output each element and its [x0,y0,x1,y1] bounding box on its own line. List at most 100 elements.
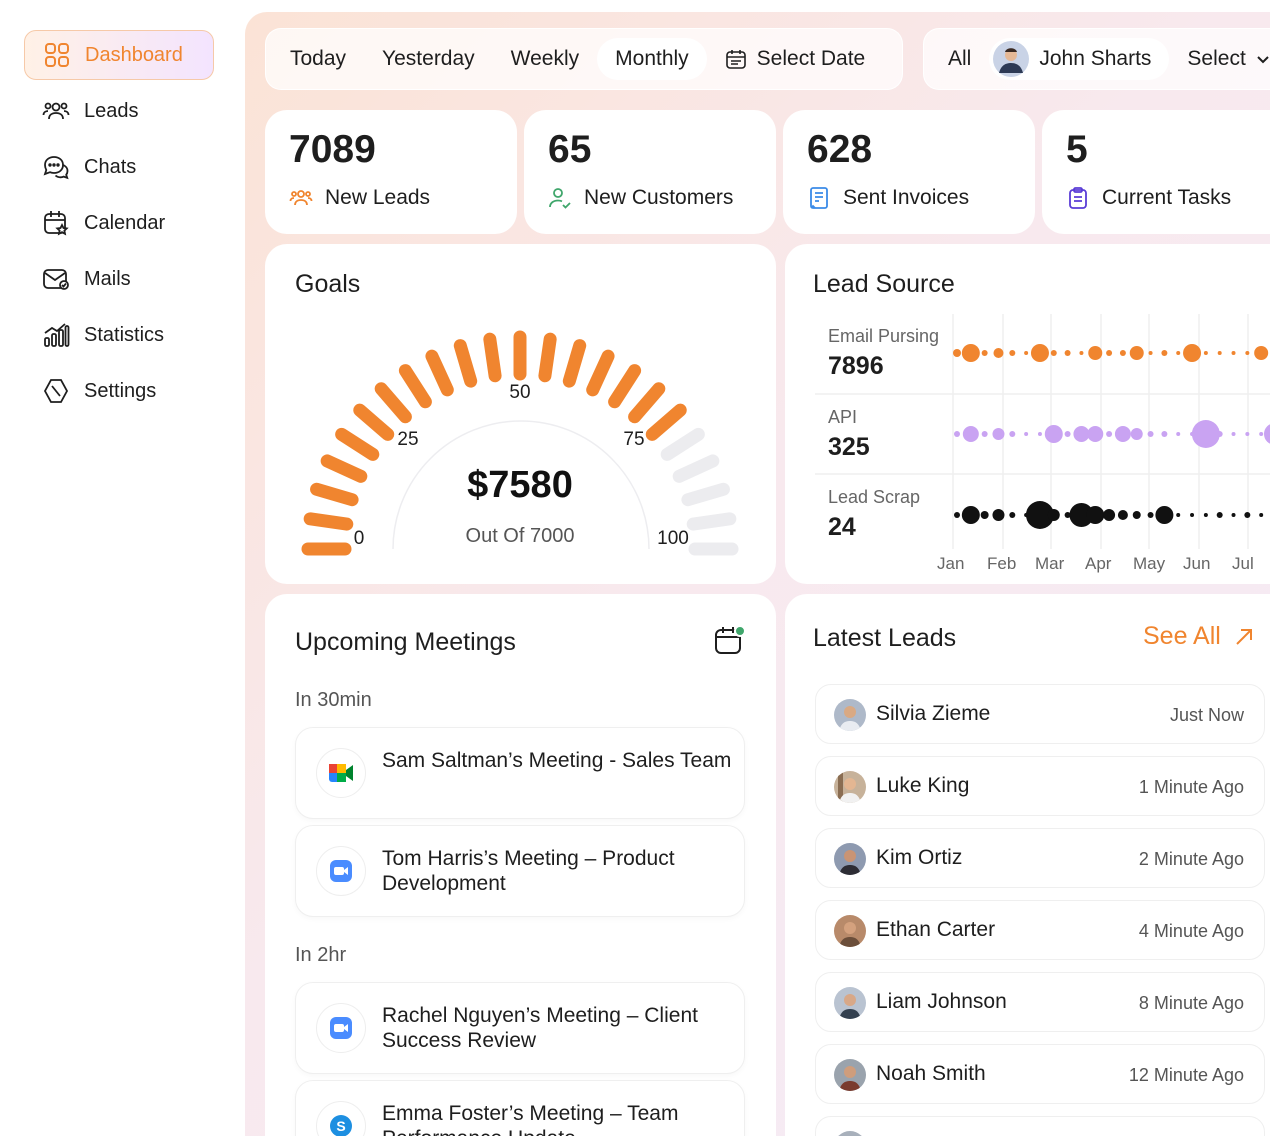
source-dot [1216,512,1223,518]
source-dot [1147,512,1154,518]
source-dot [1161,431,1168,437]
source-dot [1191,420,1220,448]
meetings-title: Upcoming Meetings [295,628,516,656]
main-area: Today Yesterday Weekly Monthly Select Da… [245,12,1270,1136]
source-dot [1231,432,1236,436]
source-dot [953,349,961,357]
lead-row[interactable]: Liam Johnson 8 Minute Ago [815,972,1265,1032]
gauge-tick-label: 25 [397,429,418,450]
calendar-icon[interactable] [713,624,747,658]
source-dot [1106,431,1113,437]
sidebar-item-mails[interactable]: Mails [24,254,214,304]
lead-row[interactable]: Kim Ortiz 2 Minute Ago [815,828,1265,888]
gauge-segment [681,482,730,507]
source-dot [980,511,989,519]
see-all-link[interactable]: See All [1143,622,1255,651]
period-filter: Today Yesterday Weekly Monthly Select Da… [265,28,903,90]
source-dot [1009,350,1016,356]
source-dot [1103,509,1116,521]
sidebar: Dashboard Leads Chats Calendar Mails Sta… [0,0,245,1136]
source-dot [1064,431,1071,437]
month-label: Mar [1035,554,1065,573]
stat-card-sent-invoices[interactable]: 628 Sent Invoices [783,110,1035,234]
gauge-tick-label: 50 [509,382,530,403]
zoom-icon [316,846,366,896]
tab-weekly[interactable]: Weekly [493,38,597,80]
meeting-item[interactable]: Rachel Nguyen’s Meeting – Client Success… [295,982,745,1074]
lead-row[interactable]: Luke King 1 Minute Ago [815,756,1265,816]
stat-card-new-leads[interactable]: 7089 New Leads [265,110,517,234]
users-icon [42,102,70,120]
stat-card-current-tasks[interactable]: 5 Current Tasks [1042,110,1270,234]
gauge-segment [608,364,642,409]
source-dot [954,431,960,437]
gauge-segment [398,364,432,409]
lead-row[interactable]: Noah Smith 12 Minute Ago [815,1044,1265,1104]
source-dot [1129,346,1144,360]
user-filter: All John Sharts Select [923,28,1270,90]
lead-name: Silvia Zieme [876,702,991,725]
select-label: Select [1187,47,1246,70]
sidebar-item-settings[interactable]: Settings [24,366,214,416]
settings-icon [43,379,69,403]
select-dropdown[interactable]: Select [1169,38,1270,80]
lead-name: Ethan Carter [876,918,996,941]
source-dot [1216,431,1223,437]
gauge-tick-label: 75 [623,429,644,450]
meeting-title: Emma Foster’s Meeting – Team Performance… [382,1102,679,1136]
tab-monthly[interactable]: Monthly [597,38,707,80]
gauge-tick-label: 100 [657,528,689,549]
lead-row[interactable] [815,1116,1265,1136]
source-dot [1203,351,1208,355]
sidebar-item-calendar[interactable]: Calendar [24,198,214,248]
avatar [834,1059,866,1091]
meeting-item[interactable]: Tom Harris’s Meeting – Product Developme… [295,825,745,917]
calendar-icon [44,211,69,236]
stat-card-new-customers[interactable]: 65 New Customers [524,110,776,234]
sidebar-item-dashboard[interactable]: Dashboard [24,30,214,80]
meeting-group-label: In 30min [295,689,372,711]
source-dot [1259,432,1264,436]
gauge-segment [320,454,368,483]
stat-value: 65 [548,128,592,171]
lead-row[interactable]: Ethan Carter 4 Minute Ago [815,900,1265,960]
chat-icon [43,156,69,180]
chevron-down-icon [1257,56,1269,64]
user-chip[interactable]: John Sharts [989,38,1170,80]
filter-all[interactable]: All [930,38,989,80]
stat-label: Sent Invoices [843,186,970,209]
source-dot [1073,426,1090,442]
source-dot [1087,426,1104,442]
tab-today[interactable]: Today [272,38,364,80]
meeting-title: Sam Saltman’s Meeting - Sales Team [382,749,732,772]
source-dot [954,512,960,518]
select-date-button[interactable]: Select Date [707,38,884,80]
source-dot [1147,431,1154,437]
lead-source-card: Lead Source Email Pursing 7896 API 325 L… [785,244,1270,584]
meeting-title: Rachel Nguyen’s Meeting – Client Success… [382,1004,698,1052]
sidebar-item-statistics[interactable]: Statistics [24,310,214,360]
lead-time: 12 Minute Ago [1128,1065,1244,1085]
source-dot [1117,510,1128,520]
source-dot [1088,346,1103,360]
source-dot [1244,512,1251,518]
source-dot [1024,351,1029,355]
source-dot [1254,346,1269,360]
avatar [834,915,866,947]
meeting-item[interactable]: Sam Saltman’s Meeting - Sales Team [295,727,745,819]
source-dot [1130,428,1143,440]
upcoming-meetings-card: Upcoming Meetings In 30min Sam Saltman’s… [265,594,776,1136]
gauge-segment [538,332,557,383]
lead-row[interactable]: Silvia Zieme Just Now [815,684,1265,744]
sidebar-item-chats[interactable]: Chats [24,142,214,192]
sidebar-item-label: Settings [84,379,157,402]
month-label: Jun [1183,554,1211,573]
gauge-segment [335,427,380,461]
tab-yesterday[interactable]: Yesterday [364,38,493,80]
source-dot [1079,351,1084,355]
bar-chart-icon [44,323,70,347]
month-label: Jan [937,554,965,573]
meeting-item[interactable]: S Emma Foster’s Meeting – Team Performan… [295,1080,745,1136]
sidebar-item-label: Calendar [84,211,166,234]
sidebar-item-leads[interactable]: Leads [24,86,214,136]
